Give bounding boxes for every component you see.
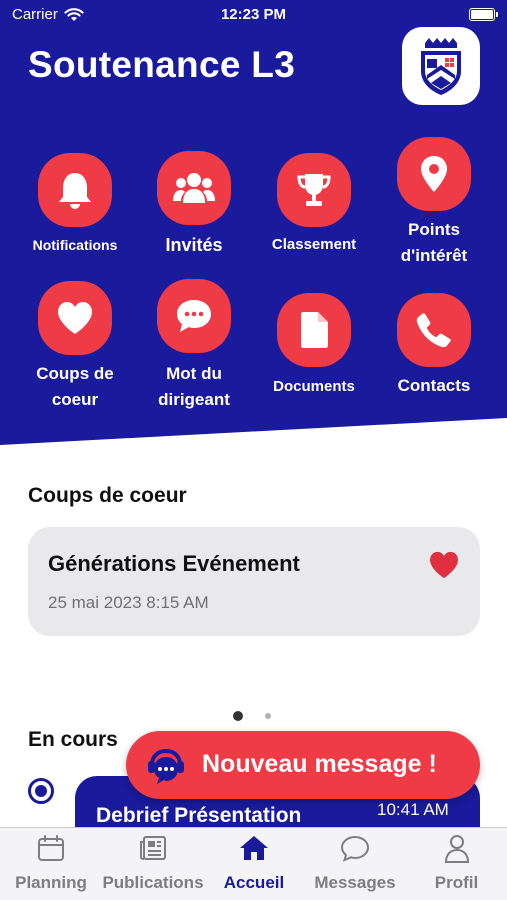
tile-label: Notifications: [32, 237, 118, 253]
chat-support-icon: [148, 748, 184, 784]
tab-label: Messages: [314, 873, 396, 892]
tab-label: Publications: [102, 873, 204, 892]
status-bar: Carrier 12:23 PM: [0, 0, 507, 30]
tile-label: Coups de coeur: [36, 364, 114, 409]
favorite-card-title: Générations Evénement: [48, 551, 300, 576]
clock: 12:23 PM: [220, 6, 287, 23]
chat-bubble-icon: [177, 300, 211, 332]
tile-label: Points d'intérêt: [400, 220, 468, 265]
newspaper-icon: [140, 836, 166, 860]
tab-planning[interactable]: Planning: [0, 828, 102, 900]
app-logo[interactable]: [402, 27, 480, 105]
tab-publications[interactable]: Publications: [102, 828, 204, 900]
tile-label: Documents: [273, 378, 355, 395]
tab-label: Profil: [434, 873, 479, 892]
tab-label: Planning: [15, 873, 87, 892]
event-title: Debrief Présentation: [96, 804, 302, 827]
page-indicator-active[interactable]: [233, 711, 243, 721]
battery-icon: [469, 8, 498, 21]
event-time: 10:41 AM: [377, 800, 449, 819]
shield-logo-icon: [421, 38, 461, 95]
new-message-label: Nouveau message !: [202, 750, 437, 778]
location-pin-icon: [421, 156, 447, 192]
trophy-icon: [297, 174, 331, 206]
tab-accueil[interactable]: Accueil: [204, 828, 304, 900]
event-radio[interactable]: [28, 778, 54, 804]
tile-notifications[interactable]: Notifications: [15, 153, 135, 263]
tab-bar: Planning Publications Accueil Messages P…: [0, 827, 507, 900]
tab-profil[interactable]: Profil: [406, 828, 507, 900]
group-icon: [173, 173, 215, 203]
bell-icon: [59, 173, 91, 209]
new-message-button[interactable]: Nouveau message !: [126, 731, 480, 799]
tab-label: Accueil: [223, 873, 285, 892]
phone-icon: [416, 313, 451, 348]
tile-invites[interactable]: Invités: [134, 151, 254, 261]
home-icon: [240, 836, 268, 860]
section-title-en-cours: En cours: [28, 728, 118, 751]
tile-label: Classement: [271, 236, 357, 253]
heart-icon[interactable]: [428, 551, 460, 579]
tile-label: Contacts: [397, 376, 471, 395]
tile-points-interet[interactable]: Points d'intérêt: [374, 137, 494, 277]
person-icon: [444, 835, 469, 863]
tile-classement[interactable]: Classement: [254, 153, 374, 263]
heart-icon: [58, 302, 92, 334]
calendar-icon: [38, 835, 64, 861]
section-title-favorites: Coups de coeur: [28, 484, 187, 507]
tab-messages[interactable]: Messages: [304, 828, 406, 900]
favorite-card-date: 25 mai 2023 8:15 AM: [48, 593, 209, 612]
tile-documents[interactable]: Documents: [254, 293, 374, 403]
favorite-card[interactable]: Générations Evénement 25 mai 2023 8:15 A…: [28, 527, 480, 636]
document-icon: [301, 312, 328, 348]
page-indicator[interactable]: [265, 713, 271, 719]
tile-label: Mot du dirigeant: [158, 364, 230, 409]
tile-coups-de-coeur[interactable]: Coups de coeur: [15, 281, 135, 411]
tile-contacts[interactable]: Contacts: [374, 293, 494, 403]
tile-label: Invités: [165, 235, 223, 255]
chat-icon: [340, 835, 370, 862]
tile-mot-du-dirigeant[interactable]: Mot du dirigeant: [134, 279, 254, 409]
page-title: Soutenance L3: [28, 44, 296, 85]
